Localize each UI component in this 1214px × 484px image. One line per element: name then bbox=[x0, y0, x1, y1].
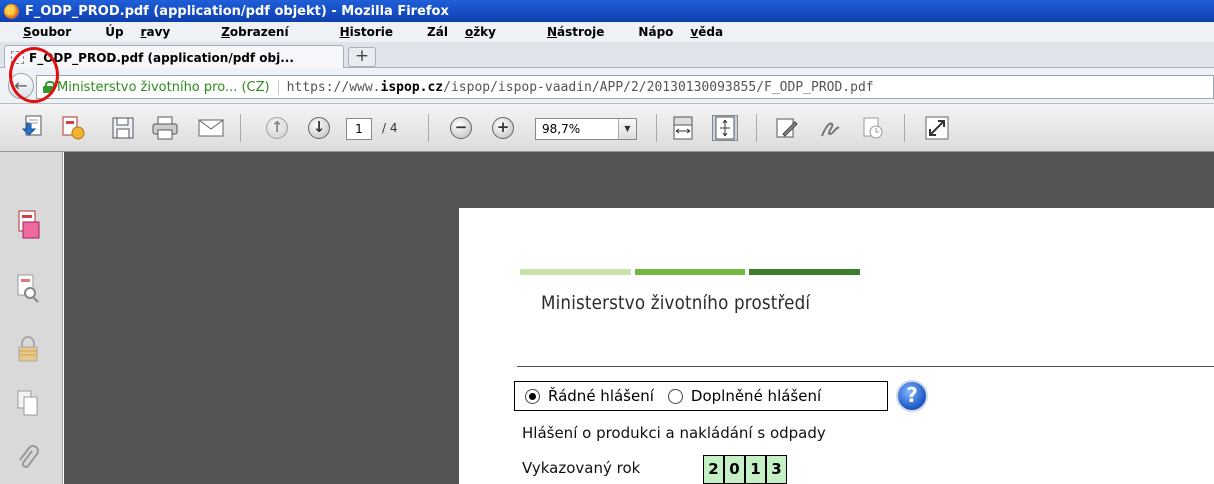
pdf-page bbox=[459, 208, 1214, 484]
page-total: / 4 bbox=[382, 121, 398, 135]
pdf-toolbar: ↑ ↓ 1 / 4 − + 98,7% ▼ bbox=[0, 104, 1214, 152]
page-number-input[interactable]: 1 bbox=[346, 118, 372, 140]
menu-view[interactable]: Zobrazení bbox=[204, 25, 305, 39]
green-bar-dark bbox=[749, 269, 860, 275]
site-identity[interactable]: Ministerstvo životního pro... (CZ) bbox=[57, 79, 279, 95]
document-background-top bbox=[459, 152, 1214, 208]
new-tab-button[interactable]: + bbox=[348, 47, 376, 67]
ministry-heading: Ministerstvo životního prostředí bbox=[541, 292, 811, 314]
lock-icon[interactable] bbox=[14, 334, 42, 364]
arrow-up-icon: ↑ bbox=[266, 117, 288, 139]
create-pdf-icon[interactable] bbox=[20, 115, 46, 141]
green-bar-light bbox=[520, 269, 631, 275]
minus-icon: − bbox=[450, 117, 472, 139]
menu-tools[interactable]: Nástroje bbox=[530, 25, 621, 39]
menu-bar: Soubor Úp ravy Zobrazení Historie Zál ožky… bbox=[0, 22, 1214, 42]
fullscreen-icon[interactable] bbox=[924, 115, 950, 141]
zoom-value: 98,7% bbox=[542, 122, 581, 136]
tab-label: F_ODP_PROD.pdf (application/pdf obj... bbox=[29, 50, 294, 65]
red-circle-annotation bbox=[9, 47, 59, 103]
year-label: Vykazovaný rok bbox=[522, 459, 641, 477]
radio-regular-report[interactable] bbox=[525, 388, 540, 404]
fit-page-button[interactable] bbox=[712, 115, 738, 141]
comment-icon[interactable] bbox=[774, 115, 800, 141]
attachment-icon[interactable] bbox=[14, 444, 42, 474]
menu-edit[interactable]: Úp ravy bbox=[105, 25, 187, 39]
timestamp-icon[interactable] bbox=[860, 115, 886, 141]
toolbar-separator bbox=[428, 114, 429, 142]
next-page-button[interactable]: ↓ bbox=[306, 115, 332, 141]
year-digit-field[interactable]: 3 bbox=[766, 455, 787, 484]
help-icon[interactable]: ? bbox=[896, 380, 928, 412]
year-digit-field[interactable]: 0 bbox=[724, 455, 745, 484]
url-text: https://www.ispop.cz/ispop/ispop-vaadin/… bbox=[286, 79, 874, 95]
divider-line bbox=[517, 366, 1214, 367]
document-search-icon[interactable] bbox=[14, 274, 42, 304]
form-title: Hlášení o produkci a nakládání s odpady bbox=[522, 424, 826, 442]
sign-icon[interactable] bbox=[818, 115, 844, 141]
toolbar-separator bbox=[656, 114, 657, 142]
print-icon[interactable] bbox=[152, 115, 178, 141]
menu-history[interactable]: Historie bbox=[323, 25, 410, 39]
address-bar[interactable]: Ministerstvo životního pro... (CZ) https… bbox=[36, 75, 1214, 99]
zoom-out-button[interactable]: − bbox=[448, 115, 474, 141]
navigation-bar: ← Ministerstvo životního pro... (CZ) htt… bbox=[0, 68, 1214, 104]
menu-help[interactable]: Nápo věda bbox=[638, 25, 740, 39]
document-background bbox=[64, 152, 459, 484]
save-icon[interactable] bbox=[110, 115, 136, 141]
menu-file[interactable]: Soubor bbox=[6, 25, 88, 39]
tab-strip: F_ODP_PROD.pdf (application/pdf obj... + bbox=[0, 42, 1214, 69]
plus-icon: + bbox=[492, 117, 514, 139]
fit-width-button[interactable] bbox=[670, 115, 696, 141]
report-type-group: Řádné hlášení Doplněné hlášení bbox=[514, 381, 888, 411]
green-bar-mid bbox=[635, 269, 745, 275]
year-digit-field[interactable]: 2 bbox=[703, 455, 724, 484]
window-titlebar: F_ODP_PROD.pdf (application/pdf objekt) … bbox=[0, 0, 1214, 22]
toolbar-separator bbox=[240, 114, 241, 142]
firefox-logo-icon bbox=[4, 3, 19, 19]
toolbar-separator bbox=[756, 114, 757, 142]
zoom-select[interactable]: 98,7% ▼ bbox=[535, 118, 637, 140]
convert-pdf-icon[interactable] bbox=[60, 115, 86, 141]
previous-page-button[interactable]: ↑ bbox=[264, 115, 290, 141]
page-thumbnails-icon[interactable] bbox=[14, 210, 42, 240]
menu-bookmarks[interactable]: Zál ožky bbox=[427, 25, 513, 39]
email-icon[interactable] bbox=[198, 115, 224, 141]
toolbar-separator bbox=[904, 114, 905, 142]
radio-supplementary-label: Doplněné hlášení bbox=[690, 387, 822, 405]
radio-supplementary-report[interactable] bbox=[667, 388, 683, 404]
zoom-in-button[interactable]: + bbox=[490, 115, 516, 141]
arrow-down-icon: ↓ bbox=[308, 117, 330, 139]
window-title: F_ODP_PROD.pdf (application/pdf objekt) … bbox=[25, 3, 449, 19]
radio-regular-label: Řádné hlášení bbox=[548, 387, 654, 405]
copy-pages-icon[interactable] bbox=[14, 388, 42, 418]
chevron-down-icon[interactable]: ▼ bbox=[618, 119, 636, 139]
year-digit-field[interactable]: 1 bbox=[745, 455, 766, 484]
pdf-navigation-pane bbox=[0, 152, 63, 484]
